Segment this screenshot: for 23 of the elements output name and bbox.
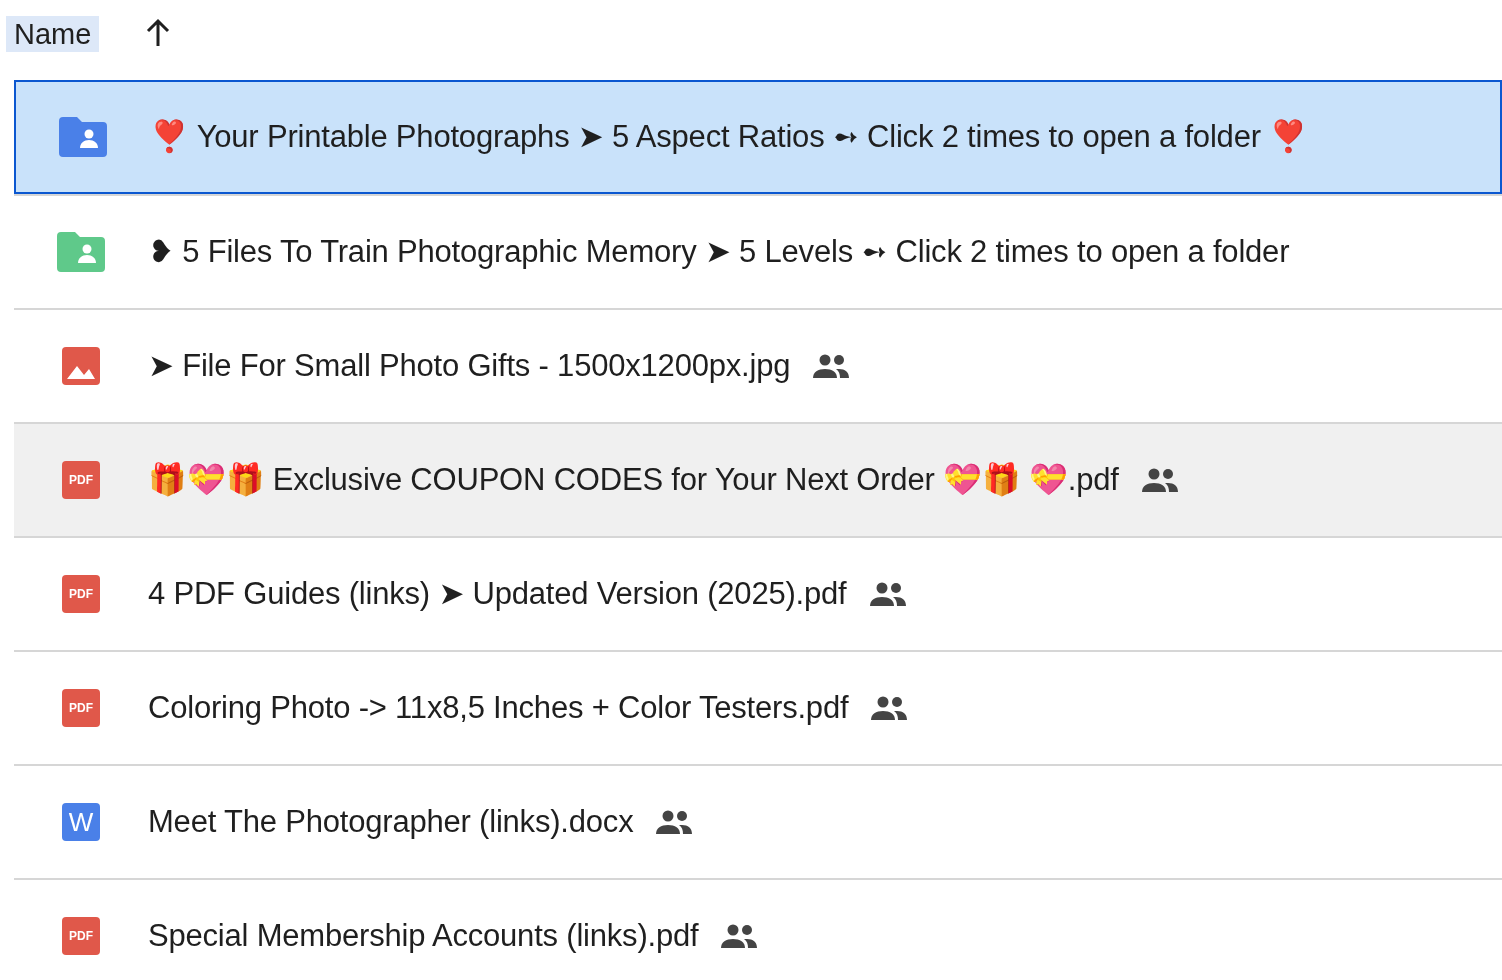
file-name: ❥ 5 Files To Train Photographic Memory ➤ 5 Levels ➻ Click 2 times to open a folder — [148, 232, 1290, 271]
file-name: ➤ File For Small Photo Gifts - 1500x1200px.jpg — [148, 346, 791, 385]
word-file-icon: W — [62, 803, 100, 841]
file-name: 4 PDF Guides (links) ➤ Updated Version (2025).pdf — [148, 574, 847, 613]
file-row[interactable]: PDF Special Membership Accounts (links).pdf — [14, 878, 1502, 980]
file-row[interactable]: ❣ Your Printable Photographs ➤ 5 Aspect Ratios ➻ Click 2 times to open a folder ❣ — [14, 80, 1502, 194]
file-row[interactable]: PDF 4 PDF Guides (links) ➤ Updated Version (2025).pdf — [14, 536, 1502, 650]
file-row[interactable]: PDF Coloring Photo -> 11x8,5 Inches + Color Testers.pdf — [14, 650, 1502, 764]
name-column-header[interactable]: Name — [6, 16, 100, 52]
file-name: Meet The Photographer (links).docx — [148, 802, 634, 841]
pdf-file-icon: PDF — [62, 917, 100, 955]
file-name: ❣ Your Printable Photographs ➤ 5 Aspect Ratios ➻ Click 2 times to open a folder ❣ — [150, 117, 1309, 156]
file-row[interactable]: W Meet The Photographer (links).docx — [14, 764, 1502, 878]
file-name: Special Membership Accounts (links).pdf — [148, 916, 699, 955]
pdf-file-icon: PDF — [62, 575, 100, 613]
file-name: 🎁💝🎁 Exclusive COUPON CODES for Your Next Order 💝🎁 💝.pdf — [148, 460, 1119, 499]
file-row[interactable]: PDF 🎁💝🎁 Exclusive COUPON CODES for Your Next Order 💝🎁 💝.pdf — [14, 422, 1502, 536]
pdf-file-icon: PDF — [62, 461, 100, 499]
file-row[interactable]: ❥ 5 Files To Train Photographic Memory ➤ 5 Levels ➻ Click 2 times to open a folder — [14, 194, 1502, 308]
image-file-icon — [62, 347, 100, 385]
sort-arrow-icon[interactable] — [145, 18, 172, 48]
pdf-file-icon: PDF — [62, 689, 100, 727]
file-name: Coloring Photo -> 11x8,5 Inches + Color Testers.pdf — [148, 688, 849, 727]
